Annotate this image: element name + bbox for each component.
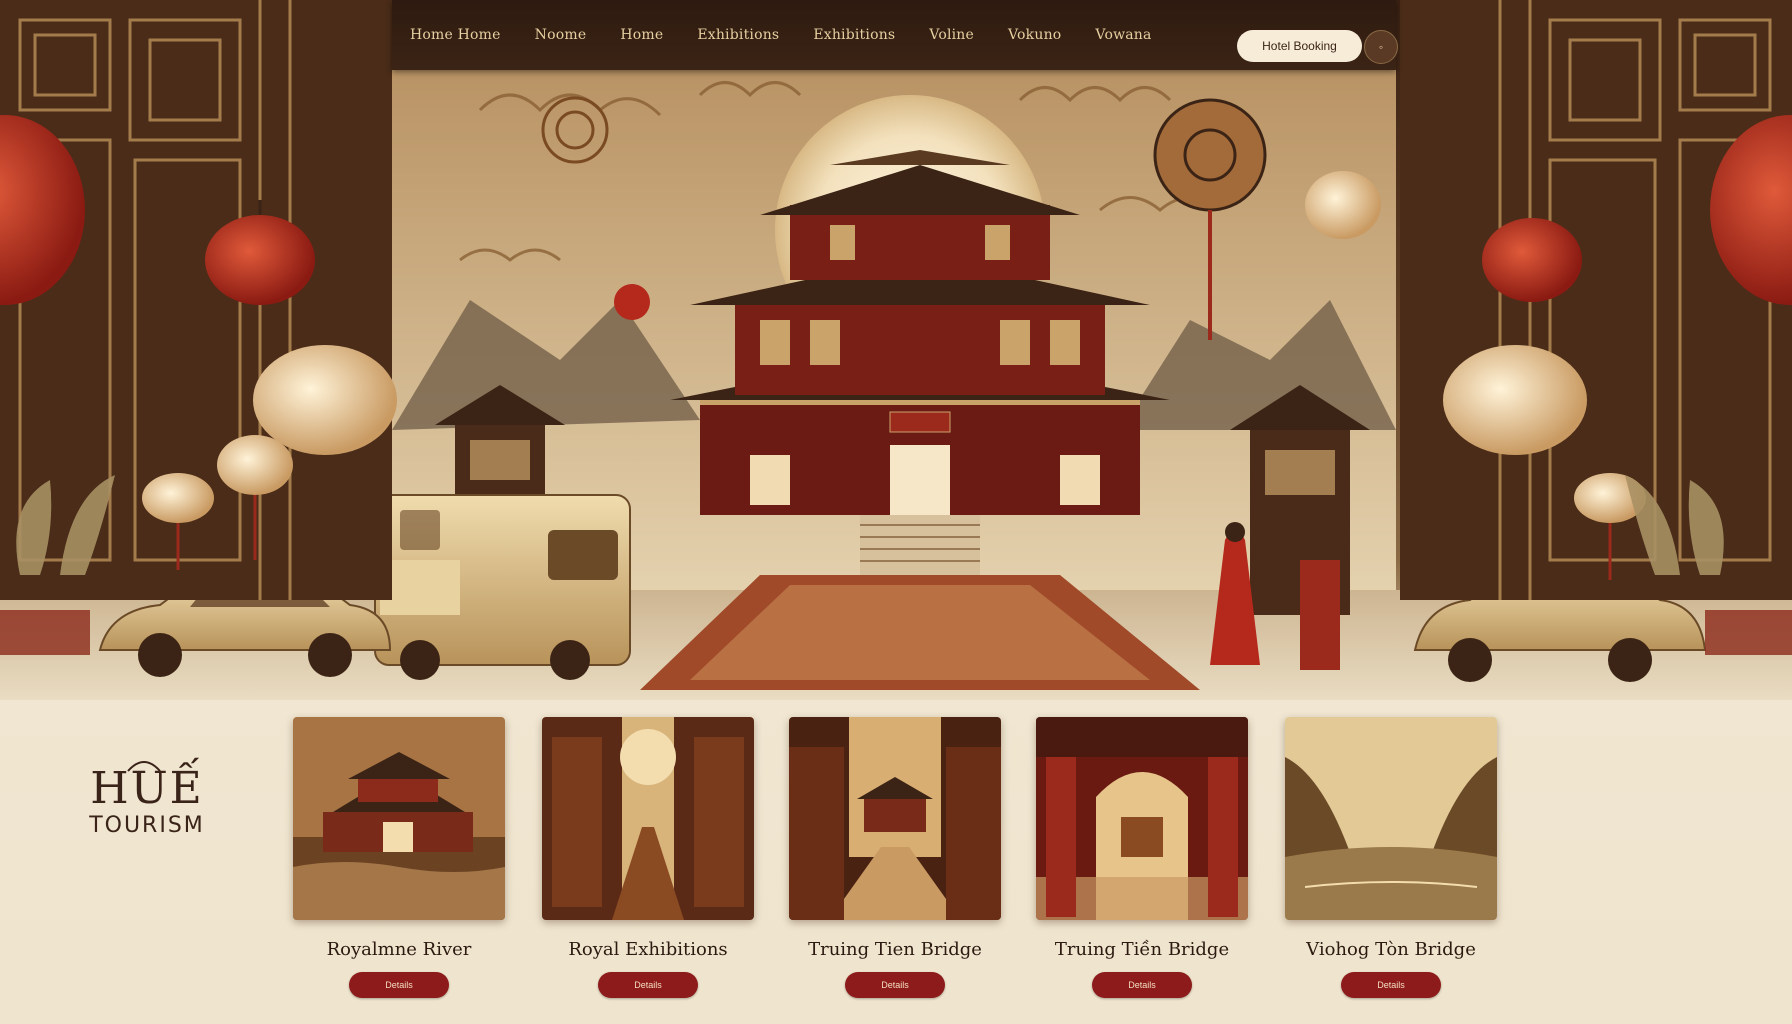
card-title: Truing Tien Bridge [808,939,982,960]
roof-icon [127,761,161,772]
nav-links: Home Home Noome Home Exhibitions Exhibit… [410,27,1186,43]
page: Home Home Noome Home Exhibitions Exhibit… [0,0,1792,1024]
card-details-button[interactable]: Details [1341,972,1441,998]
card-image-royal-river[interactable] [293,717,505,920]
attraction-card[interactable]: Royal Exhibitions Details [542,717,754,998]
card-title: Royal Exhibitions [568,939,728,960]
brand-logo: HUẾ TOURISM [62,761,232,839]
nav-link-noome[interactable]: Noome [535,27,587,43]
nav-link-exhibitions-2[interactable]: Exhibitions [813,27,895,43]
nav-link-vokuno[interactable]: Vokuno [1008,27,1061,43]
card-details-button[interactable]: Details [845,972,945,998]
hotel-booking-button[interactable]: Hotel Booking [1237,30,1362,62]
nav-link-home[interactable]: Home Home [410,27,501,43]
user-icon[interactable]: ◦ [1364,30,1398,64]
attraction-card[interactable]: Viohog Tòn Bridge Details [1285,717,1497,998]
nav-link-vowana[interactable]: Vowana [1095,27,1151,43]
card-title: Truing Tiền Bridge [1054,939,1230,960]
top-navbar: Home Home Noome Home Exhibitions Exhibit… [392,0,1398,70]
attraction-card[interactable]: Truing Tiền Bridge Details [1036,717,1248,998]
card-details-button[interactable]: Details [1092,972,1192,998]
attractions-section: HUẾ TOURISM Royalmne River Details Royal… [0,700,1792,1024]
hero-banner: Home Home Noome Home Exhibitions Exhibit… [0,0,1792,700]
nav-link-exhibitions[interactable]: Exhibitions [697,27,779,43]
nav-link-home-2[interactable]: Home [620,27,663,43]
card-title: Royalmne River [326,939,472,960]
hero-illustration [0,0,1792,700]
brand-subtitle: TOURISM [89,813,205,838]
card-image-truing-tien-bridge-2[interactable] [1036,717,1248,920]
attraction-card[interactable]: Royalmne River Details [293,717,505,998]
card-image-viohog-ton-bridge[interactable] [1285,717,1497,920]
nav-link-voline[interactable]: Voline [929,27,974,43]
card-image-truing-tien-bridge[interactable] [789,717,1001,920]
card-details-button[interactable]: Details [598,972,698,998]
card-details-button[interactable]: Details [349,972,449,998]
card-image-royal-exhibitions[interactable] [542,717,754,920]
card-title: Viohog Tòn Bridge [1306,939,1476,960]
attraction-card[interactable]: Truing Tien Bridge Details [789,717,1001,998]
